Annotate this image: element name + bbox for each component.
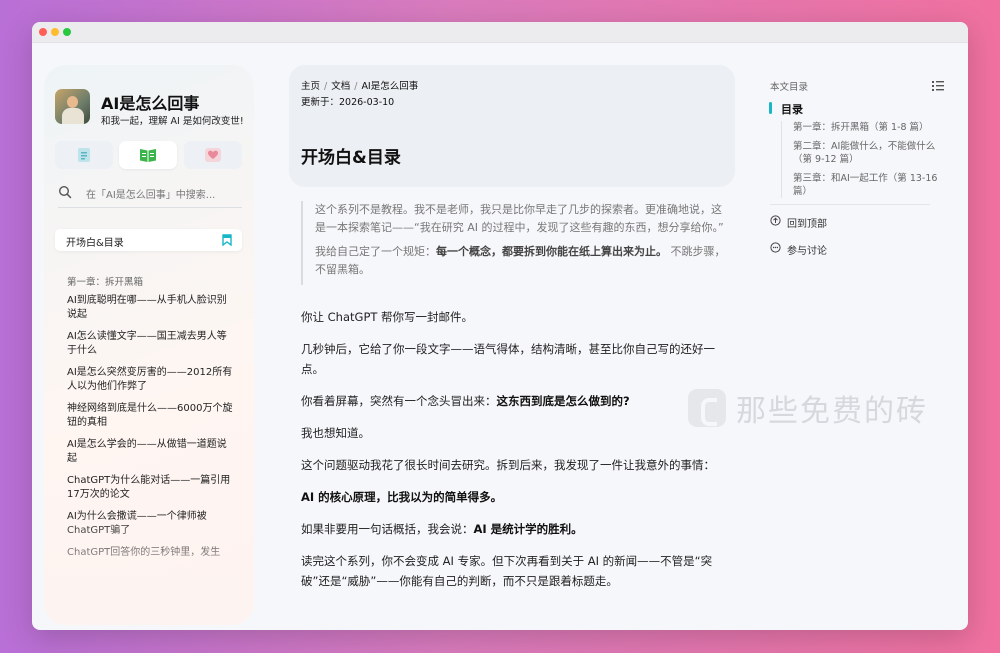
close-window-button[interactable] [39,28,47,36]
sidebar-item[interactable]: 神经网络到底是什么——6000万个旋钮的真相 [67,402,235,430]
divider [770,204,930,205]
breadcrumb-docs[interactable]: 文档 [331,81,350,92]
tab-docs[interactable] [55,141,113,169]
paragraph-emphasis: AI 的核心原理，比我以为的简单得多。 [301,490,503,504]
site-header: AI是怎么回事 和我一起，理解 AI 是如何改变世! [55,89,246,129]
sidebar-item[interactable]: AI是怎么突然变厉害的——2012所有人以为他们作弊了 [67,366,235,394]
sidebar-item[interactable]: ChatGPT回答你的三秒钟里，发生 [67,546,235,560]
paragraph: 你让 ChatGPT 帮你写一封邮件。 [301,310,474,324]
page-header: 主页 / 文档 / AI是怎么回事 更新于：2026-03-10 开场白&目录 [289,65,735,187]
sidebar-item-label: 开场白&目录 [66,238,124,249]
site-subtitle: 和我一起，理解 AI 是如何改变世! [101,116,244,127]
discuss-label: 参与讨论 [787,246,827,257]
sidebar-item[interactable]: AI到底聪明在哪——从手机人脸识别说起 [67,294,235,322]
paragraph: 读完这个系列，你不会变成 AI 专家。但下次再看到关于 AI 的新闻——不管是“… [301,554,713,588]
heart-icon [205,148,221,162]
toc-item-root[interactable]: 目录 [769,101,940,117]
toc-list: 第一章：拆开黑箱（第 1-8 篇） 第二章：AI能做什么，不能做什么（第 9-1… [781,121,940,198]
sidebar: AI是怎么回事 和我一起，理解 AI 是如何改变世! 在「AI是怎么回事」中搜索… [44,65,254,625]
toc-item[interactable]: 第二章：AI能做什么，不能做什么（第 9-12 篇） [793,140,940,166]
arrow-up-circle-icon [770,215,781,226]
sidebar-section-label: 第一章：拆开黑箱 [67,277,144,288]
sidebar-item-current[interactable]: 开场白&目录 [55,229,242,251]
paragraph: 这个问题驱动我花了很长时间去研究。拆到后来，我发现了一件让我意外的事情： [301,458,715,472]
page-title: 开场白&目录 [301,148,401,168]
quote-emphasis: 每一个概念，都要拆到你能在纸上算出来为止。 [436,245,667,258]
quote-paragraph: 我给自己定了一个规矩：每一个概念，都要拆到你能在纸上算出来为止。 不跳步骤，不留… [315,243,727,279]
updated-date: 更新于：2026-03-10 [301,97,395,108]
paragraph: 我也想知道。 [301,426,370,440]
paragraph-emphasis: AI 是统计学的胜利。 [473,522,583,536]
breadcrumb-current[interactable]: AI是怎么回事 [361,81,418,92]
chat-icon [770,242,781,253]
toc-item[interactable]: 第三章：和AI一起工作（第 13-16 篇） [793,172,940,198]
list-icon[interactable] [932,81,944,91]
quote-text: 我给自己定了一个规矩： [315,245,436,258]
maximize-window-button[interactable] [63,28,71,36]
search-icon [58,185,72,199]
watermark: 那些免费的砖 [688,386,928,430]
sidebar-item[interactable]: AI为什么会撒谎——一个律师被ChatGPT骗了 [67,510,235,538]
table-of-contents: 本文目录 目录 第一章：拆开黑箱（第 1-8 篇） 第二章：AI能做什么，不能做… [769,79,944,269]
article-body: 你让 ChatGPT 帮你写一封邮件。 几秒钟后，它给了你一段文字——语气得体，… [301,307,726,603]
paragraph-text: 如果非要用一句话概括，我会说： [301,522,474,536]
sidebar-tabs [55,141,242,169]
watermark-logo-icon [688,389,726,427]
minimize-window-button[interactable] [51,28,59,36]
paragraph: AI 的核心原理，比我以为的简单得多。 [301,487,726,507]
breadcrumb: 主页 / 文档 / AI是怎么回事 [301,78,418,92]
sidebar-list: AI到底聪明在哪——从手机人脸识别说起 AI怎么读懂文字——国王减去男人等于什么… [67,294,235,568]
book-icon [140,149,156,162]
paragraph-text: 你看着屏幕，突然有一个念头冒出来： [301,394,497,408]
app-window: AI是怎么回事 和我一起，理解 AI 是如何改变世! 在「AI是怎么回事」中搜索… [32,22,968,630]
breadcrumb-home[interactable]: 主页 [301,81,320,92]
toc-heading: 本文目录 [770,82,809,93]
quote-paragraph: 这个系列不是教程。我不是老师，我只是比你早走了几步的探索者。更准确地说，这是一本… [315,203,724,234]
paragraph: 几秒钟后，它给了你一段文字——语气得体，结构清晰，甚至比你自己写的还好一点。 [301,342,715,376]
breadcrumb-separator: / [354,81,358,92]
tab-book[interactable] [119,141,177,169]
paragraph: 如果非要用一句话概括，我会说：AI 是统计学的胜利。 [301,519,726,539]
toc-header: 本文目录 [770,79,944,93]
back-to-top-link[interactable]: 回到顶部 [770,215,940,230]
sidebar-item[interactable]: AI是怎么学会的——从做错一道题说起 [67,438,235,466]
avatar[interactable] [55,89,90,124]
document-icon [78,148,90,162]
toc-item[interactable]: 第一章：拆开黑箱（第 1-8 篇） [793,121,940,134]
tab-favorites[interactable] [184,141,242,169]
search-box[interactable]: 在「AI是怎么回事」中搜索... [58,179,242,208]
back-to-top-label: 回到顶部 [787,219,827,230]
discuss-link[interactable]: 参与讨论 [770,242,940,257]
sidebar-item[interactable]: AI怎么读懂文字——国王减去男人等于什么 [67,330,235,358]
intro-quote: 这个系列不是教程。我不是老师，我只是比你早走了几步的探索者。更准确地说，这是一本… [301,201,727,285]
breadcrumb-separator: / [324,81,328,92]
bookmark-icon [222,234,232,246]
main-content: 主页 / 文档 / AI是怎么回事 更新于：2026-03-10 开场白&目录 这个系列… [289,65,735,630]
sidebar-item[interactable]: ChatGPT为什么能对话——一篇引用17万次的论文 [67,474,235,502]
search-input[interactable]: 在「AI是怎么回事」中搜索... [86,186,215,201]
watermark-text: 那些免费的砖 [736,394,928,429]
paragraph: 你看着屏幕，突然有一个念头冒出来：这东西到底是怎么做到的? [301,391,726,411]
site-title[interactable]: AI是怎么回事 [101,90,199,114]
title-bar [32,22,968,43]
paragraph-emphasis: 这东西到底是怎么做到的? [496,394,630,408]
